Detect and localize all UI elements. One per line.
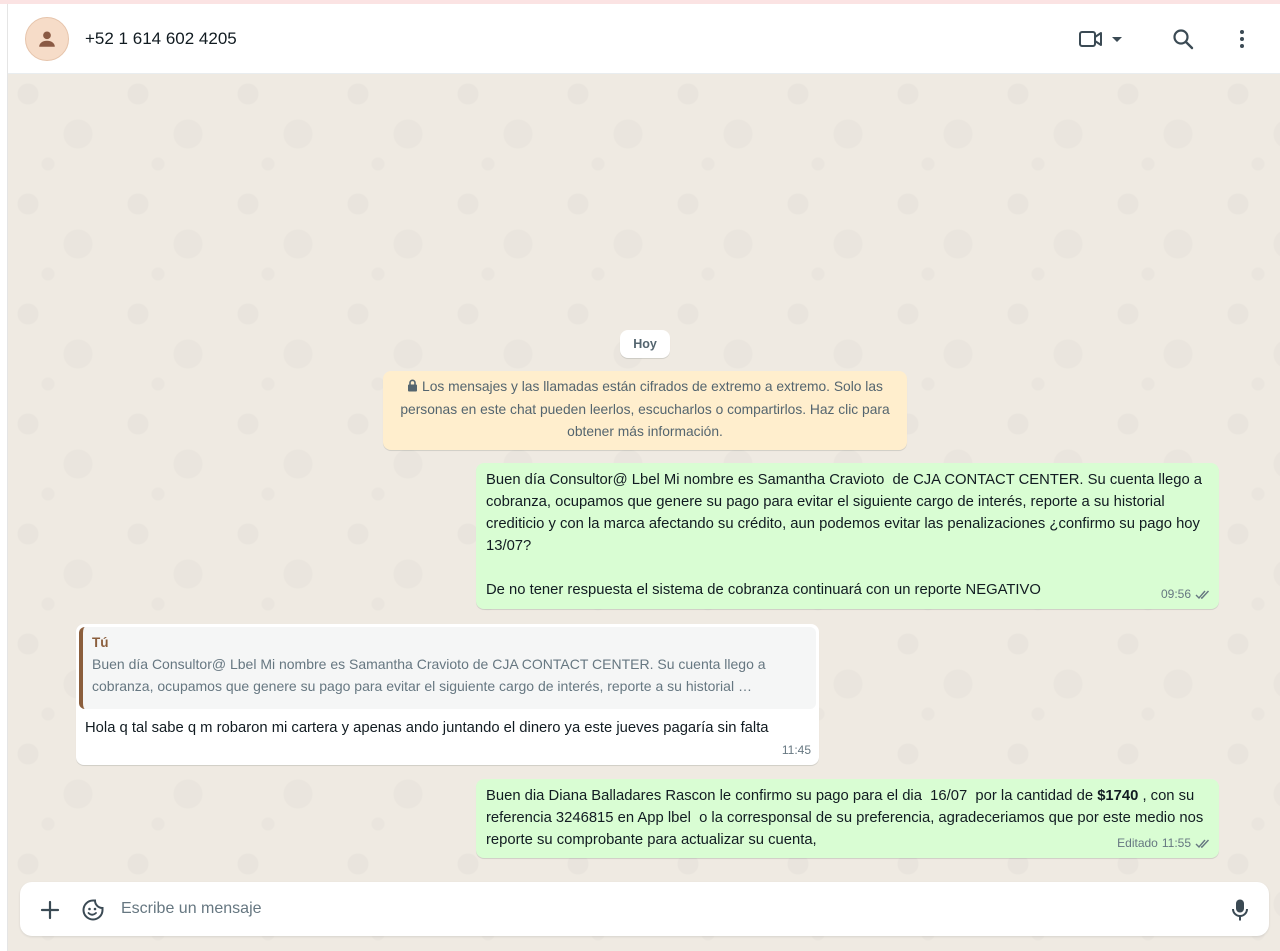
search-icon: [1173, 29, 1194, 50]
message-composer: [20, 882, 1269, 936]
message-outgoing[interactable]: Buen dia Diana Balladares Rascon le conf…: [476, 779, 1219, 858]
voice-message-button[interactable]: [1227, 897, 1253, 923]
message-time: 11:55: [1161, 836, 1191, 850]
message-outgoing[interactable]: Buen día Consultor@ Lbel Mi nombre es Sa…: [476, 463, 1219, 609]
contact-name[interactable]: +52 1 614 602 4205: [85, 29, 237, 49]
quote-text-line: Buen día Consultor@ Lbel Mi nombre es Sa…: [92, 656, 766, 672]
kebab-menu-icon: [1240, 30, 1244, 48]
message-incoming[interactable]: Tú Buen día Consultor@ Lbel Mi nombre es…: [76, 624, 819, 765]
sticker-button[interactable]: [80, 897, 106, 923]
attach-button[interactable]: [37, 897, 63, 923]
double-check-icon: [1195, 590, 1210, 599]
double-check-icon: [1195, 839, 1210, 848]
chat-window: +52 1 614 602 4205 Hoy Los mensajes y la…: [7, 4, 1280, 951]
contact-avatar[interactable]: [25, 17, 69, 61]
video-camera-icon: [1079, 31, 1102, 47]
message-text: Buen dia Diana Balladares Rascon le conf…: [486, 785, 1209, 851]
encryption-notice-text: Los mensajes y las llamadas están cifrad…: [400, 379, 890, 439]
message-input[interactable]: [121, 894, 1211, 924]
message-text: Buen día Consultor@ Lbel Mi nombre es Sa…: [486, 472, 1203, 598]
quoted-message[interactable]: Tú Buen día Consultor@ Lbel Mi nombre es…: [79, 627, 816, 709]
video-call-button[interactable]: [1076, 24, 1126, 54]
person-icon: [39, 31, 55, 47]
edited-label: Editado: [1117, 836, 1158, 850]
quote-text-line: cobranza, ocupamos que genere su pago pa…: [92, 678, 752, 694]
message-text: Hola q tal sabe q m robaron mi cartera y…: [85, 720, 769, 736]
search-button[interactable]: [1168, 24, 1198, 54]
quote-author: Tú: [92, 635, 109, 650]
lock-icon: [408, 379, 418, 392]
menu-button[interactable]: [1230, 24, 1254, 54]
chat-header: +52 1 614 602 4205: [8, 4, 1280, 74]
plus-icon: [40, 900, 60, 920]
message-amount: $1740: [1097, 788, 1139, 804]
message-time: 09:56: [1160, 587, 1191, 601]
message-time: 11:45: [781, 743, 811, 757]
message-meta: 11:45: [782, 739, 811, 761]
message-meta: 09:56: [1161, 583, 1211, 605]
caret-down-icon: [1112, 37, 1122, 42]
microphone-icon: [1232, 899, 1248, 921]
date-separator: Hoy: [620, 330, 670, 358]
message-text-part: Buen dia Diana Balladares Rascon le conf…: [486, 788, 1098, 804]
encryption-notice[interactable]: Los mensajes y las llamadas están cifrad…: [383, 371, 907, 450]
message-meta: Editado 11:55: [1117, 832, 1211, 854]
sticker-icon: [82, 899, 104, 921]
